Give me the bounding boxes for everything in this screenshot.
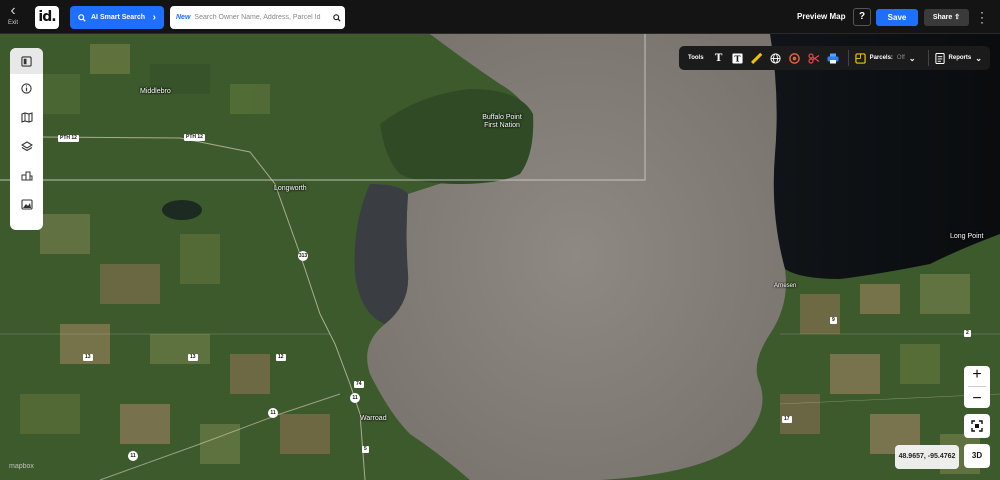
road-shield-13: 13 [188, 354, 198, 361]
zoom-out-button[interactable]: − [972, 390, 981, 406]
share-icon: ⇧ [954, 14, 961, 21]
exit-label: Exit [7, 20, 18, 26]
share-label: Share [932, 14, 953, 21]
top-bar: ‹ Exit id. AI Smart Search › New Preview… [0, 0, 1000, 34]
panel-toggle-icon[interactable] [10, 48, 43, 74]
place-label-warroad: Warroad [360, 415, 387, 422]
info-icon[interactable] [10, 74, 43, 103]
place-label-middlebro: Middlebro [140, 88, 171, 95]
fullscreen-icon [971, 420, 983, 432]
text-box-tool-icon[interactable]: T [729, 49, 747, 67]
left-toolbar [10, 48, 43, 230]
share-button[interactable]: Share ⇧ [924, 9, 969, 26]
svg-text:T: T [734, 53, 741, 63]
ai-smart-search-label: AI Smart Search [91, 14, 146, 21]
fullscreen-button[interactable] [964, 414, 990, 438]
road-shield-13: 13 [83, 354, 93, 361]
road-shield-pth12: PTH 12 [58, 135, 79, 142]
search-bar: New [170, 6, 345, 29]
road-shield-pth12: PTH 12 [184, 134, 205, 141]
tools-label: Tools [688, 55, 704, 61]
map-canvas[interactable] [0, 34, 1000, 480]
print-icon[interactable] [824, 49, 842, 67]
measure-ruler-icon[interactable] [748, 49, 766, 67]
help-button[interactable]: ? [853, 8, 871, 26]
road-shield-74: 74 [354, 381, 364, 388]
satellite-imagery [0, 34, 1000, 480]
tools-bar: Tools T T Parcels: Off ⌄ Reports ⌄ [679, 46, 990, 70]
place-label-longworth: Longworth [274, 185, 307, 192]
search-input[interactable] [194, 14, 330, 21]
parcels-state: Off [896, 55, 905, 61]
chevron-left-icon: ‹ [10, 2, 16, 19]
mapbox-attribution[interactable]: mapbox [9, 463, 34, 470]
ai-smart-search-button[interactable]: AI Smart Search › [70, 6, 164, 29]
reports-icon [934, 52, 945, 64]
place-label-arnesen: Arnesen [774, 283, 797, 289]
zoom-in-button[interactable]: + [972, 367, 981, 383]
app-logo[interactable]: id. [35, 6, 59, 29]
preview-map-button[interactable]: Preview Map [797, 12, 845, 21]
chevron-down-icon: ⌄ [908, 53, 916, 63]
radius-tool-icon[interactable] [786, 49, 804, 67]
layers-icon[interactable] [10, 132, 43, 161]
save-button[interactable]: Save [876, 9, 918, 26]
road-shield-313: 313 [298, 251, 308, 261]
imagery-icon[interactable] [10, 190, 43, 219]
road-shield-5: 5 [362, 446, 369, 453]
parcels-toggle[interactable]: Parcels: Off ⌄ [854, 52, 916, 64]
zoom-control: + − [964, 366, 990, 408]
map-icon[interactable] [10, 103, 43, 132]
text-tool-icon[interactable]: T [710, 49, 728, 67]
buildings-icon[interactable] [10, 161, 43, 190]
chevron-down-icon: ⌄ [975, 53, 982, 63]
new-tag: New [176, 14, 191, 21]
toolbar-divider [847, 50, 849, 66]
road-shield-12: 12 [276, 354, 286, 361]
3d-toggle-button[interactable]: 3D [964, 444, 990, 468]
search-icon[interactable] [333, 13, 342, 22]
exit-button[interactable]: ‹ Exit [4, 2, 22, 30]
zoom-divider [968, 386, 986, 388]
road-shield-2: 2 [964, 330, 971, 337]
reports-dropdown[interactable]: Reports ⌄ [934, 52, 982, 64]
road-shield-9: 9 [830, 317, 837, 324]
road-shield-11: 11 [128, 451, 138, 461]
road-shield-17: 17 [782, 416, 792, 423]
place-label-long-point: Long Point [950, 233, 984, 240]
parcels-label: Parcels: [869, 55, 893, 61]
toolbar-divider [927, 50, 929, 66]
coordinates-readout: 48.9657, -95.4762 [895, 445, 959, 469]
road-shield-11: 11 [268, 408, 278, 418]
place-label-buffalo-point: Buffalo Point First Nation [482, 114, 522, 129]
chevron-right-icon: › [152, 12, 156, 23]
more-options-icon[interactable]: · · · [978, 6, 986, 28]
road-shield-11: 11 [350, 393, 360, 403]
parcels-icon [854, 52, 866, 64]
search-icon [78, 13, 86, 22]
scissors-icon[interactable] [805, 49, 823, 67]
globe-icon[interactable] [767, 49, 785, 67]
reports-label: Reports [948, 55, 972, 61]
